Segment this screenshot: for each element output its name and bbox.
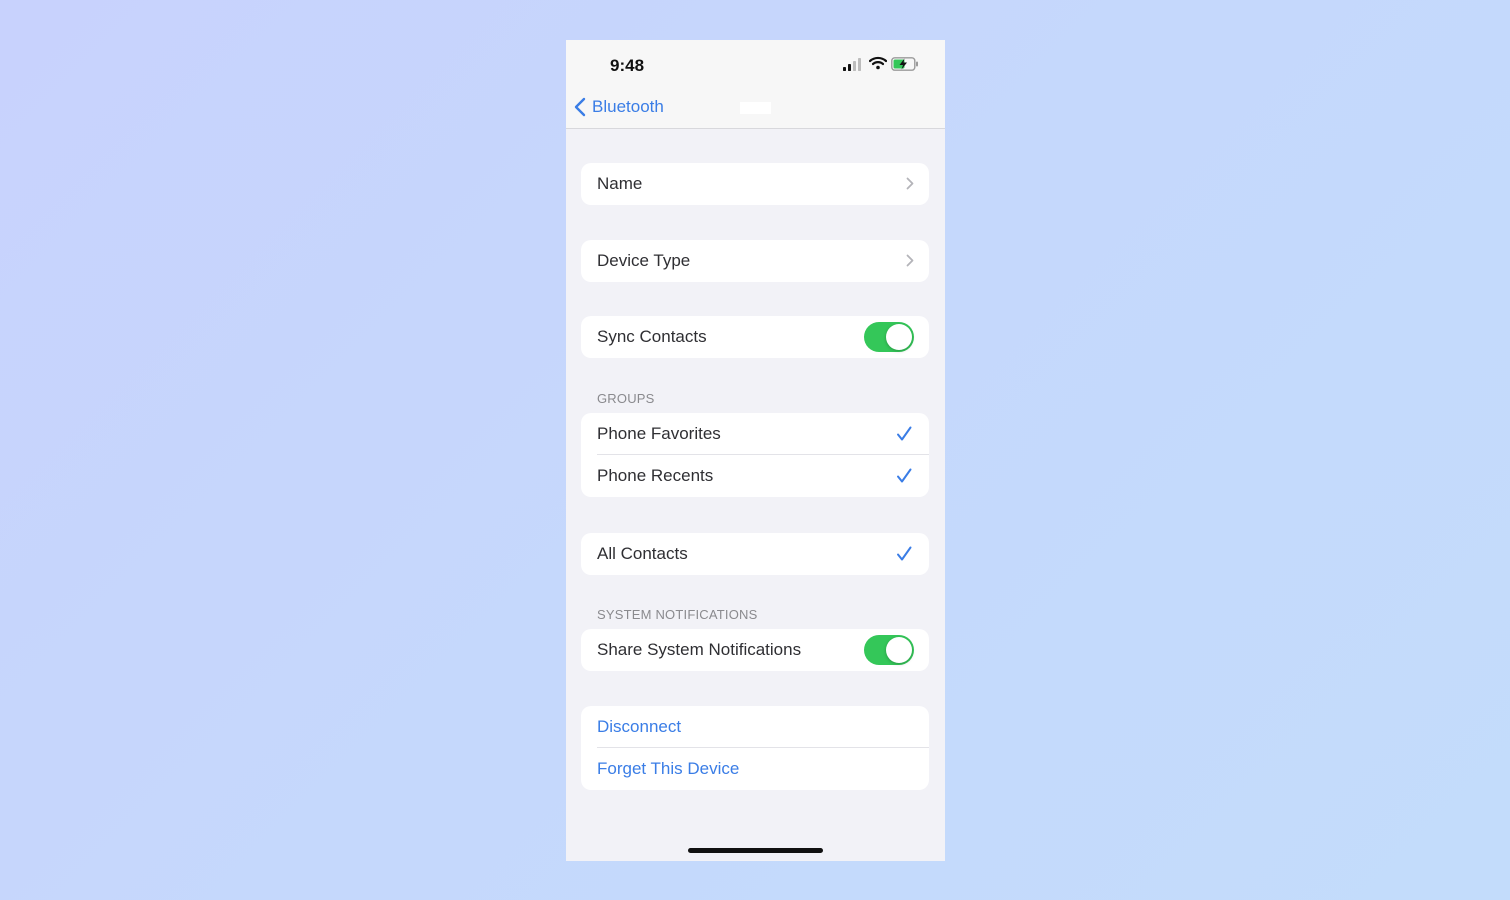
- phone-recents-row[interactable]: Phone Recents: [581, 455, 929, 497]
- checkmark-icon: [897, 546, 912, 561]
- name-label: Name: [597, 174, 643, 193]
- battery-charging-icon: [891, 57, 918, 71]
- checkmark-icon: [897, 426, 912, 441]
- home-indicator[interactable]: [688, 848, 823, 853]
- name-row[interactable]: Name: [581, 163, 929, 205]
- sync-contacts-toggle[interactable]: [864, 322, 914, 352]
- share-notifications-label: Share System Notifications: [597, 640, 802, 659]
- all-contacts-group: All Contacts: [581, 533, 929, 575]
- chevron-right-icon: [906, 254, 914, 267]
- all-contacts-row[interactable]: All Contacts: [581, 533, 929, 575]
- device-type-group: Device Type: [581, 240, 929, 282]
- back-button[interactable]: Bluetooth: [574, 96, 664, 118]
- back-label: Bluetooth: [592, 97, 664, 116]
- signal-icon: [843, 58, 861, 71]
- nav-bar: Bluetooth: [566, 90, 945, 129]
- wifi-icon: [869, 56, 887, 70]
- device-actions-group: Disconnect Forget This Device: [581, 706, 929, 790]
- name-group: Name: [581, 163, 929, 205]
- phone-recents-label: Phone Recents: [597, 466, 714, 485]
- sync-contacts-row: Sync Contacts: [581, 316, 929, 358]
- nav-title-redacted: [740, 102, 771, 114]
- status-time: 9:48: [610, 56, 645, 75]
- share-notifications-toggle[interactable]: [864, 635, 914, 665]
- toggle-knob: [886, 324, 912, 350]
- phone-screen: 9:48 Bluetooth Name Device Type Sync Con…: [566, 40, 945, 861]
- groups-group: Phone Favorites Phone Recents: [581, 413, 929, 497]
- back-chevron-icon: [574, 97, 586, 117]
- toggle-knob: [886, 637, 912, 663]
- share-notifications-row: Share System Notifications: [581, 629, 929, 671]
- sync-contacts-group: Sync Contacts: [581, 316, 929, 358]
- status-bar: 9:48: [566, 40, 945, 90]
- phone-favorites-label: Phone Favorites: [597, 424, 721, 443]
- phone-favorites-row[interactable]: Phone Favorites: [581, 413, 929, 455]
- chevron-right-icon: [906, 177, 914, 190]
- forget-device-label: Forget This Device: [597, 759, 740, 778]
- device-type-label: Device Type: [597, 251, 691, 270]
- device-type-row[interactable]: Device Type: [581, 240, 929, 282]
- disconnect-button[interactable]: Disconnect: [581, 706, 929, 748]
- all-contacts-label: All Contacts: [597, 544, 688, 563]
- sync-contacts-label: Sync Contacts: [597, 327, 707, 346]
- checkmark-icon: [897, 468, 912, 483]
- system-notifications-section-header: SYSTEM NOTIFICATIONS: [597, 607, 758, 622]
- groups-section-header: GROUPS: [597, 391, 655, 406]
- disconnect-label: Disconnect: [597, 717, 682, 736]
- forget-device-button[interactable]: Forget This Device: [581, 748, 929, 790]
- share-notifications-group: Share System Notifications: [581, 629, 929, 671]
